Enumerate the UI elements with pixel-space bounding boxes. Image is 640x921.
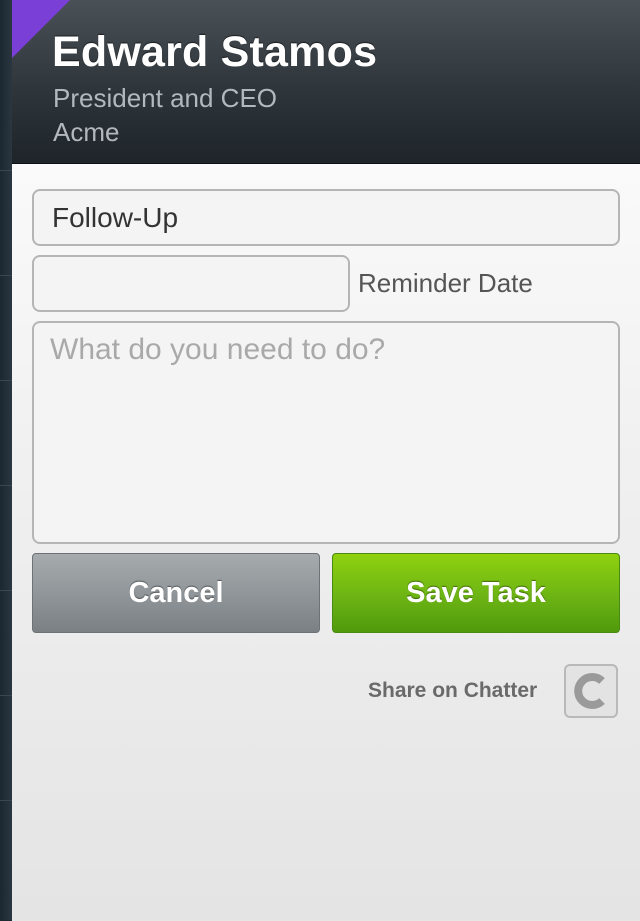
contact-title: President and CEO: [53, 83, 278, 113]
task-notes-input[interactable]: [32, 321, 620, 544]
share-on-chatter-toggle[interactable]: [564, 664, 618, 718]
background-list-strip: [0, 0, 12, 920]
corner-accent-tab: [12, 0, 70, 58]
save-task-button[interactable]: Save Task: [332, 553, 620, 633]
contact-name: Edward Stamos: [52, 28, 378, 76]
contact-header: Edward Stamos President and CEO Acme: [12, 0, 640, 163]
contact-company: Acme: [53, 117, 120, 147]
share-on-chatter-label: Share on Chatter: [368, 679, 538, 702]
chatter-icon: [574, 673, 605, 709]
task-form-panel: Follow-Up Reminder Date Cancel Save Task…: [12, 163, 640, 921]
cancel-button[interactable]: Cancel: [32, 553, 320, 633]
reminder-date-label: Reminder Date: [358, 268, 533, 298]
subject-field[interactable]: Follow-Up: [32, 189, 620, 246]
reminder-date-field[interactable]: [32, 255, 350, 312]
